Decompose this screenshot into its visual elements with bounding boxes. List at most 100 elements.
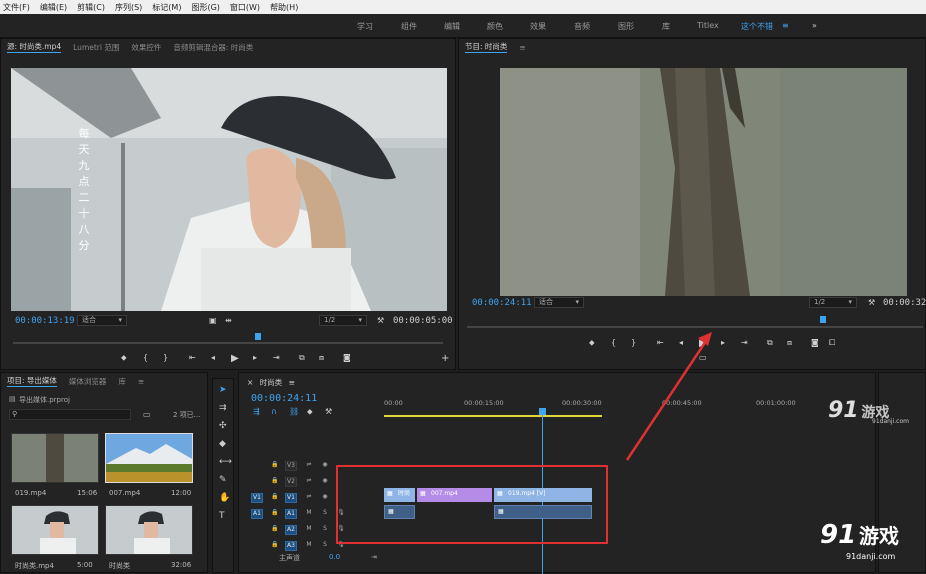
selection-tool-icon[interactable]: ➤ [219,385,227,395]
mute-icon[interactable]: M [303,541,315,551]
add-button-icon[interactable]: + [441,353,449,364]
solo-icon[interactable]: S [319,509,331,519]
timeline-playhead-head[interactable] [539,408,546,415]
source-patch-button[interactable]: V1 [251,493,263,503]
mark-in-icon[interactable]: { [143,353,148,362]
play-icon[interactable]: ▶ [231,353,239,364]
lock-icon[interactable]: 🔒 [269,509,281,519]
workspace-tab[interactable]: 库 [662,21,670,32]
track-target-button[interactable]: V1 [285,493,297,503]
source-playhead[interactable] [255,333,261,340]
export-frame-icon[interactable]: ◙ [343,353,351,362]
project-item-thumbnail[interactable] [105,433,193,483]
program-scrub-bar[interactable] [467,326,923,328]
lock-icon[interactable]: 🔒 [269,477,281,487]
mute-icon[interactable]: M [303,509,315,519]
sync-lock-icon[interactable]: ⇌ [303,477,315,487]
step-forward-icon[interactable]: ▸ [721,338,725,347]
project-search-input[interactable]: ⚲ [9,409,131,420]
source-timecode[interactable]: 00:00:13:19 [15,316,75,326]
track-target-button[interactable]: A2 [285,525,297,535]
go-to-in-icon[interactable]: ⇤ [657,338,664,347]
program-timecode[interactable]: 00:00:24:11 [472,298,532,308]
source-scrub-bar[interactable] [13,342,443,344]
source-tab[interactable]: 源: 时尚类.mp4 [7,41,62,53]
workspace-tab[interactable]: Titlex [697,21,719,30]
project-tab[interactable]: 项目: 导出媒体 [7,375,57,387]
new-bin-icon[interactable]: ▭ [143,410,151,419]
solo-icon[interactable]: S [319,541,331,551]
overwrite-icon[interactable]: ⧈ [319,353,324,363]
workspace-tab[interactable]: 效果 [530,21,546,32]
tab-program[interactable]: 节目: 时尚类 [465,41,508,53]
snap-icon[interactable]: ∩ [271,407,277,416]
workspace-menu-icon[interactable]: ≡ [782,21,789,30]
add-marker-icon[interactable]: ⬥ [589,338,595,348]
source-resolution-dropdown[interactable]: 1/2 ▾ [319,315,367,326]
razor-tool-icon[interactable]: ◆ [219,439,226,449]
workspace-tab[interactable]: 颜色 [487,21,503,32]
panel-menu-icon[interactable]: ≡ [519,43,525,52]
lock-icon[interactable]: 🔒 [269,525,281,535]
button-editor-icon[interactable]: ▭ [699,353,707,362]
type-tool-icon[interactable]: T [219,511,225,521]
program-fit-dropdown[interactable]: 适合 ▾ [534,297,584,308]
pen-tool-icon[interactable]: ✎ [219,475,227,485]
lock-icon[interactable]: 🔒 [269,461,281,471]
program-resolution-dropdown[interactable]: 1/2 ▾ [809,297,857,308]
insert-button-icon[interactable]: ⧉ [299,353,305,363]
eye-icon[interactable]: ◉ [319,477,331,487]
workspace-overflow-icon[interactable]: » [812,21,817,30]
mute-icon[interactable]: M [303,525,315,535]
go-to-out-icon[interactable]: ⇥ [741,338,748,347]
work-area-bar[interactable] [384,415,602,417]
add-marker-icon[interactable]: ⬥ [307,407,313,417]
eye-icon[interactable]: ◉ [319,493,331,503]
comparison-view-icon[interactable]: ⧠ [829,338,835,348]
menu-item[interactable]: 序列(S) [115,2,142,13]
nest-icon[interactable]: ⇶ [253,407,260,416]
track-target-button[interactable]: A1 [285,509,297,519]
workspace-tab[interactable]: 学习 [357,21,373,32]
hand-tool-icon[interactable]: ✋ [219,493,230,503]
go-to-end-icon[interactable]: ⇥ [371,553,377,561]
slip-tool-icon[interactable]: ⟷ [219,457,232,467]
workspace-tab[interactable]: 编辑 [444,21,460,32]
project-tab[interactable]: 库 [118,376,126,387]
project-item-thumbnail[interactable] [105,505,193,555]
workspace-tab[interactable]: 图形 [618,21,634,32]
menu-item[interactable]: 标记(M) [152,2,181,13]
timeline-timecode[interactable]: 00:00:24:11 [251,393,317,404]
step-back-icon[interactable]: ◂ [679,338,683,347]
lock-icon[interactable]: 🔒 [269,541,281,551]
project-item-thumbnail[interactable] [11,505,99,555]
wrench-icon[interactable]: ⚒ [377,316,384,325]
linked-selection-icon[interactable]: ⛓ [289,407,299,416]
menu-item[interactable]: 编辑(E) [40,2,67,13]
lock-icon[interactable]: 🔒 [269,493,281,503]
track-target-button[interactable]: V2 [285,477,297,487]
menu-item[interactable]: 窗口(W) [230,2,260,13]
track-select-tool-icon[interactable]: ⇉ [219,403,227,413]
workspace-tab[interactable]: 组件 [401,21,417,32]
add-marker-icon[interactable]: ⬥ [121,353,127,363]
source-patch-button[interactable]: A1 [251,509,263,519]
insert-icon[interactable]: ⇹ [225,316,232,325]
panel-menu-icon[interactable]: ≡ [289,378,295,387]
workspace-tab[interactable]: 这个不错 [741,21,773,32]
project-tab[interactable]: 媒体浏览器 [69,376,107,387]
panel-menu-icon[interactable]: ≡ [138,377,144,386]
extract-icon[interactable]: ⧈ [787,338,792,348]
track-target-button[interactable]: A3 [285,541,297,551]
go-to-out-icon[interactable]: ⇥ [273,353,280,362]
close-icon[interactable]: × [247,378,253,387]
wrench-icon[interactable]: ⚒ [325,407,332,416]
source-tab[interactable]: 音频剪辑混合器: 时尚类 [173,42,253,53]
go-to-in-icon[interactable]: ⇤ [189,353,196,362]
lift-icon[interactable]: ⧉ [767,338,773,348]
safe-margins-icon[interactable]: ▣ [209,316,217,325]
menu-item[interactable]: 帮助(H) [270,2,298,13]
program-playhead[interactable] [820,316,826,323]
master-track-value[interactable]: 0.0 [329,553,340,561]
project-item-thumbnail[interactable] [11,433,99,483]
